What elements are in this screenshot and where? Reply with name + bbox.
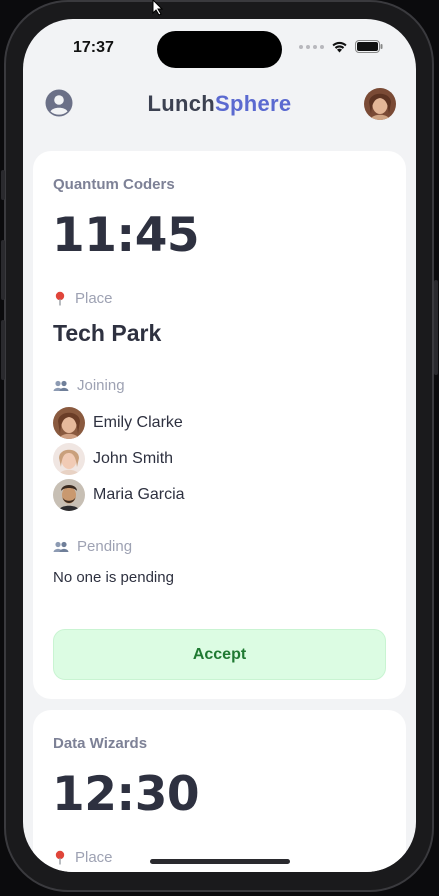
lunch-time: 12:30	[52, 767, 200, 822]
app-header: LunchSphere	[23, 83, 416, 127]
mouse-cursor-icon	[152, 0, 164, 16]
people-icon	[53, 380, 69, 391]
person-name: Emily Clarke	[93, 414, 183, 431]
volume-down-button	[1, 320, 5, 380]
joining-section-label: Joining	[53, 377, 125, 394]
lunch-time: 11:45	[52, 208, 200, 263]
map-pin-icon	[55, 291, 65, 306]
people-icon	[53, 541, 69, 552]
logo-text-sphere: Sphere	[215, 91, 292, 116]
lunch-card: Data Wizards 12:30 Place	[33, 710, 406, 872]
status-bar: 17:37	[23, 19, 416, 75]
team-name: Data Wizards	[53, 735, 148, 752]
battery-icon	[355, 40, 383, 53]
place-section-label: Place	[53, 849, 113, 866]
joining-label: Joining	[77, 377, 125, 394]
joining-person: Emily Clarke	[53, 407, 183, 439]
cellular-signal-icon	[299, 44, 324, 49]
joining-person: Maria Garcia	[53, 479, 185, 511]
team-name: Quantum Coders	[53, 176, 175, 193]
place-section-label: Place	[53, 290, 113, 307]
wifi-icon	[332, 41, 347, 53]
place-value: Tech Park	[53, 320, 162, 346]
logo-text-lunch: Lunch	[147, 91, 216, 116]
person-name: John Smith	[93, 450, 174, 467]
status-icons	[299, 40, 383, 53]
lunch-card: Quantum Coders 11:45 Place Tech Park Joi…	[33, 151, 406, 699]
user-avatar[interactable]	[364, 88, 396, 120]
joining-person: John Smith	[53, 443, 173, 475]
avatar	[53, 479, 85, 511]
map-pin-icon	[55, 850, 65, 865]
app-logo: LunchSphere	[23, 91, 416, 117]
pending-label: Pending	[77, 538, 133, 555]
accept-button[interactable]: Accept	[53, 629, 386, 680]
pending-section-label: Pending	[53, 538, 132, 555]
volume-up-button	[1, 240, 5, 300]
home-indicator[interactable]	[150, 859, 290, 864]
power-button	[434, 280, 438, 375]
dynamic-island	[157, 31, 282, 68]
place-label: Place	[75, 849, 113, 866]
status-time: 17:37	[73, 39, 114, 56]
place-label: Place	[75, 290, 113, 307]
avatar	[53, 443, 85, 475]
side-button	[1, 170, 5, 200]
person-name: Maria Garcia	[93, 486, 185, 503]
pending-status-text: No one is pending	[53, 569, 174, 586]
avatar	[53, 407, 85, 439]
phone-screen: 17:37 LunchSphere Quantum Coders 11:45 P…	[23, 19, 416, 872]
